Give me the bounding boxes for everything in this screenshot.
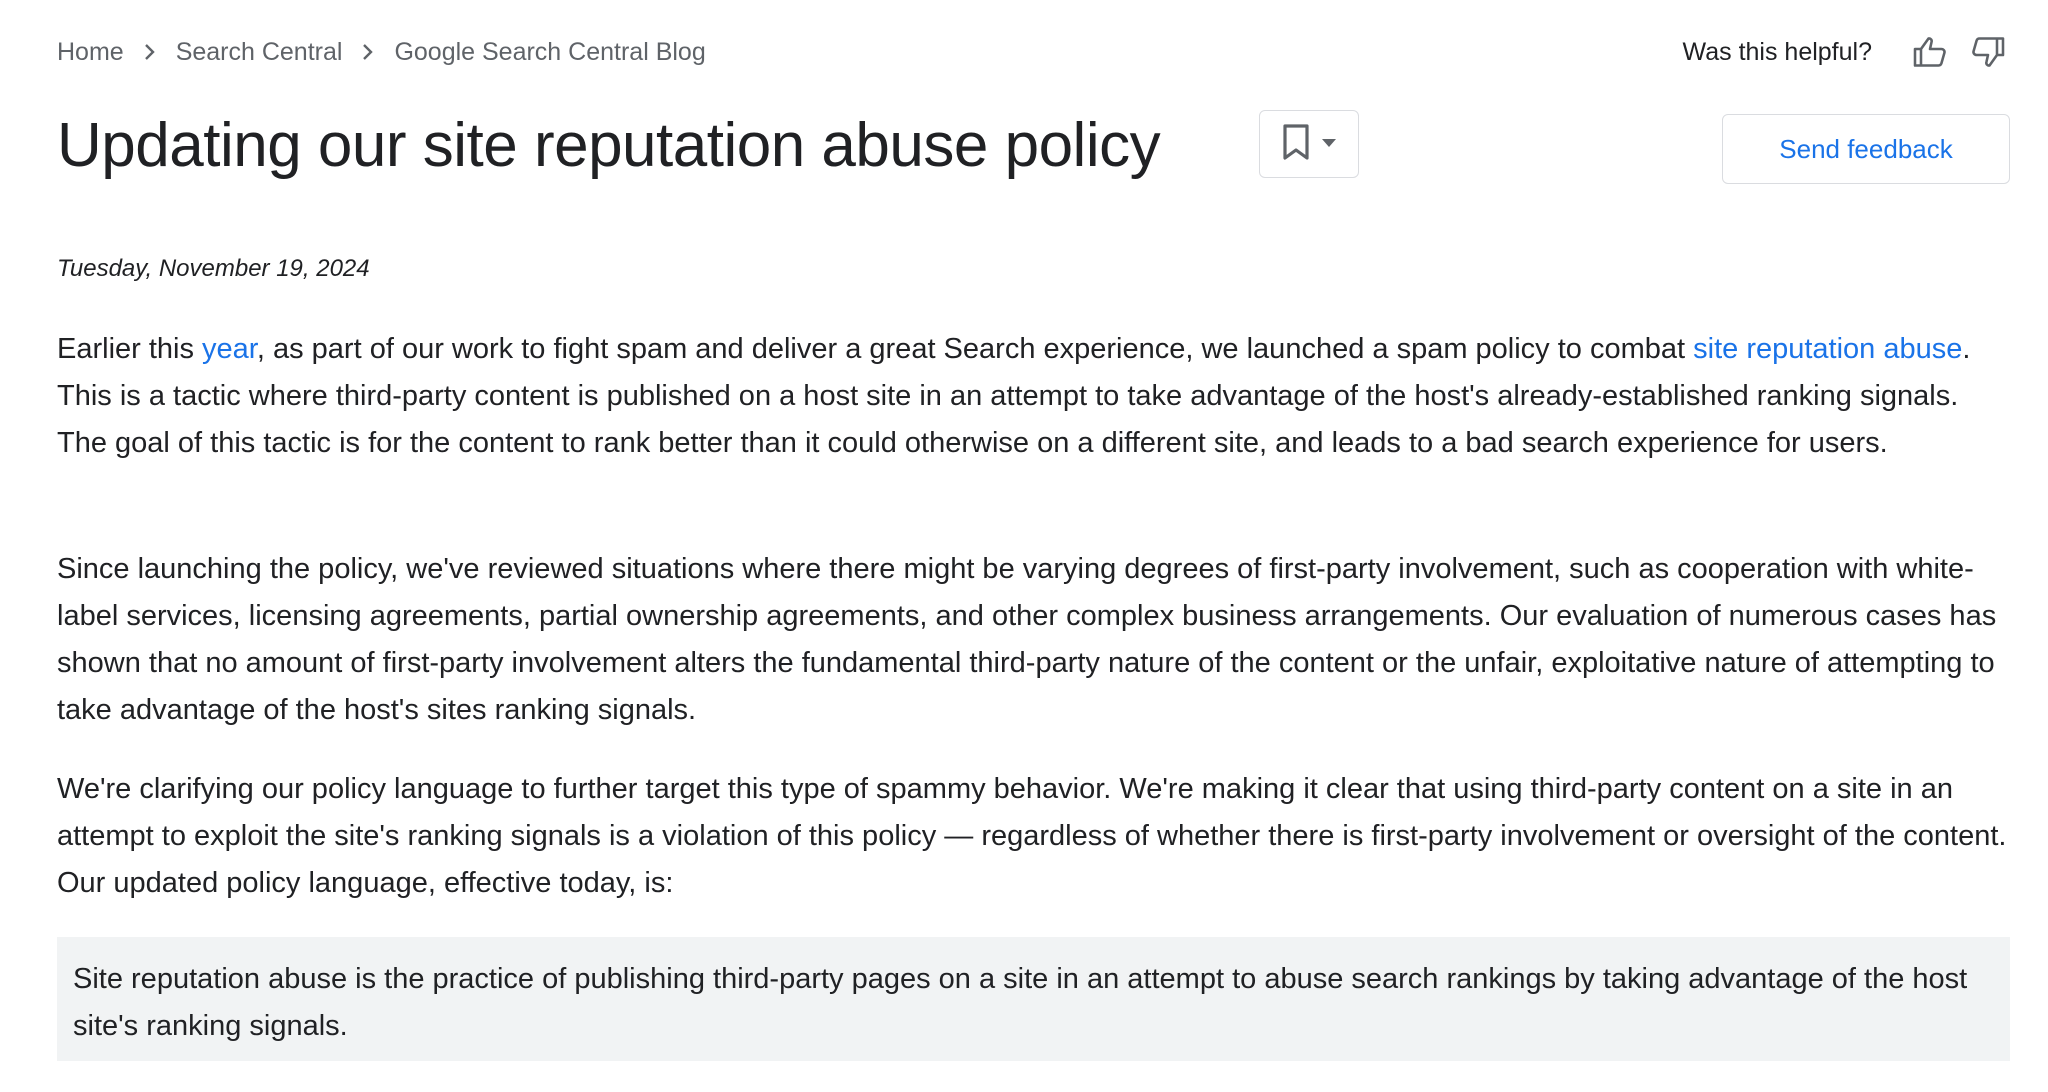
paragraph-text: Earlier this: [57, 333, 203, 365]
paragraph-text: , as part of our work to fight spam and …: [256, 333, 1694, 365]
year-link[interactable]: year: [202, 333, 257, 365]
chevron-right-icon: [342, 30, 394, 74]
bookmark-icon: [1281, 123, 1311, 166]
site-reputation-abuse-link[interactable]: site reputation abuse: [1693, 333, 1962, 365]
arrow-drop-down-icon: [1321, 135, 1337, 153]
top-bar: Home Search Central Google Search Centra…: [57, 30, 2010, 74]
article-paragraph: We're clarifying our policy language to …: [57, 773, 2007, 899]
thumb-down-icon[interactable]: [1966, 30, 2010, 74]
send-feedback-button[interactable]: Send feedback: [1722, 114, 2010, 184]
page-title: Updating our site reputation abuse polic…: [57, 111, 1161, 180]
article-paragraph: Since launching the policy, we've review…: [57, 553, 1997, 726]
article-paragraph: Earlier this year, as part of our work t…: [57, 326, 2007, 467]
title-row: Updating our site reputation abuse polic…: [57, 102, 2010, 192]
bookmark-button[interactable]: [1259, 110, 1359, 178]
policy-quote: Site reputation abuse is the practice of…: [57, 937, 2010, 1061]
publish-date: Tuesday, November 19, 2024: [57, 255, 370, 282]
breadcrumb: Home Search Central Google Search Centra…: [57, 30, 706, 74]
helpful-widget: Was this helpful?: [1683, 30, 2010, 74]
breadcrumb-home[interactable]: Home: [57, 38, 124, 67]
breadcrumb-blog[interactable]: Google Search Central Blog: [394, 38, 705, 67]
thumb-up-icon[interactable]: [1908, 30, 1952, 74]
helpful-label: Was this helpful?: [1682, 37, 1872, 66]
breadcrumb-search-central[interactable]: Search Central: [176, 38, 343, 67]
chevron-right-icon: [124, 30, 176, 74]
